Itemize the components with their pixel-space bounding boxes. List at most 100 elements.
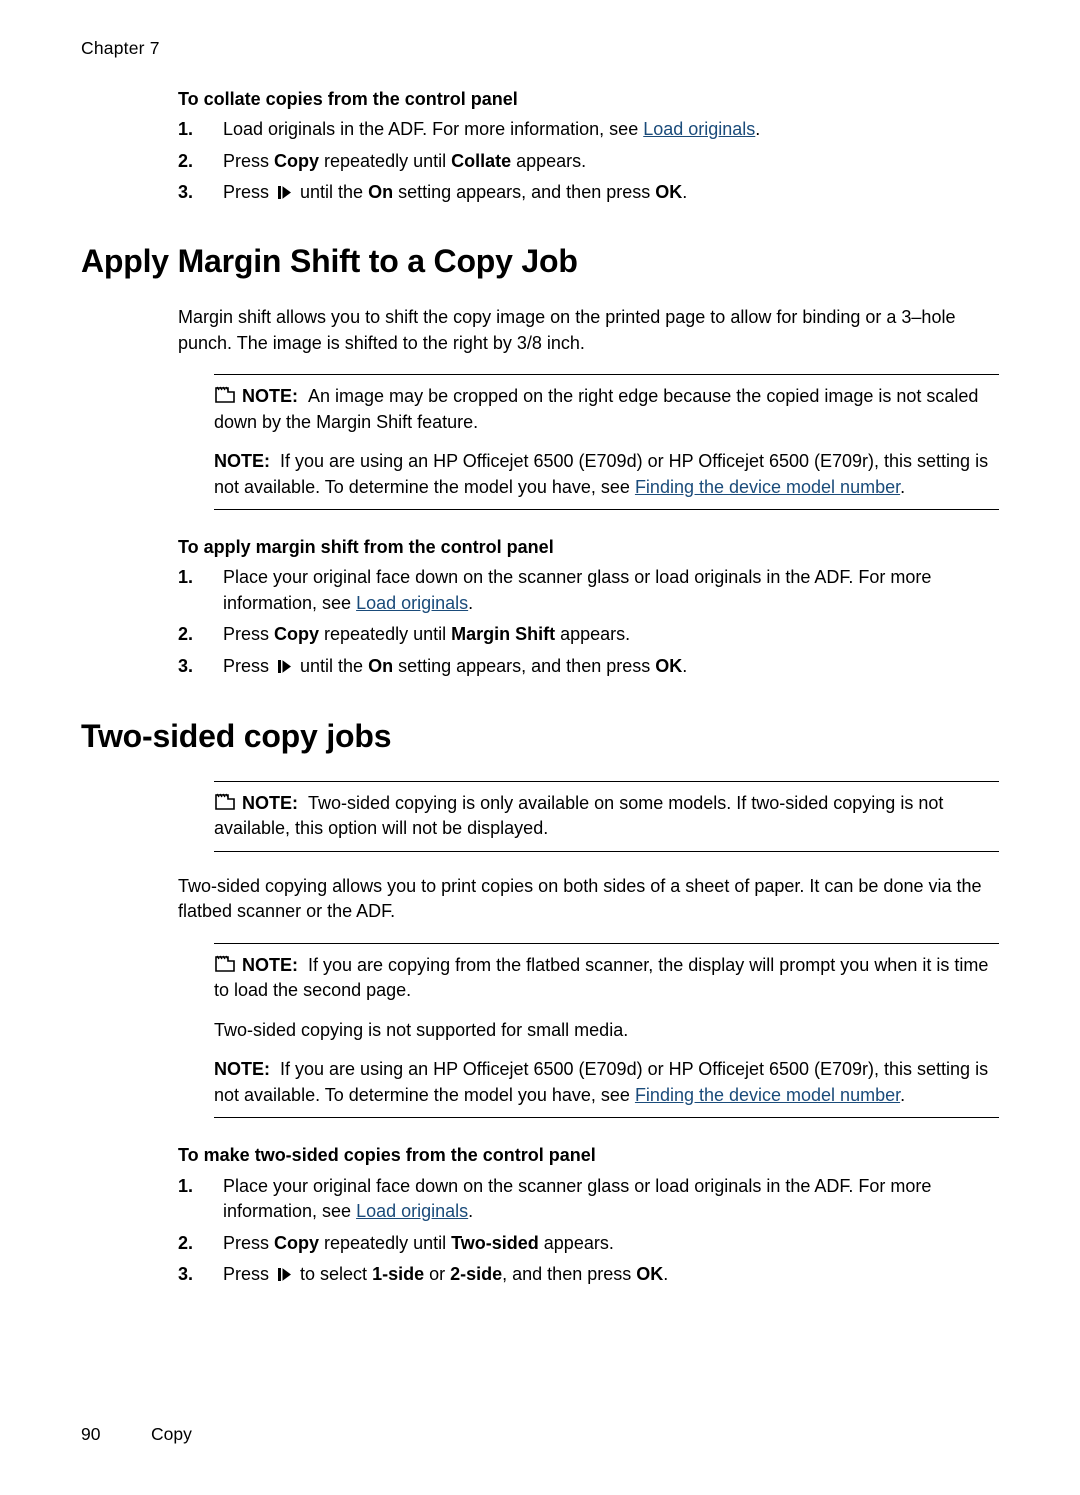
bold-on: On	[368, 655, 394, 676]
bold-two-sided: Two-sided	[451, 1232, 539, 1253]
step-text: Press	[223, 1264, 275, 1285]
bold-ok: OK	[655, 182, 683, 203]
step-number: 2.	[178, 624, 194, 645]
right-arrow-button-icon	[277, 659, 292, 674]
note-pencil-icon	[214, 954, 236, 974]
step-text: until the	[295, 655, 369, 676]
note-text-tail: .	[900, 476, 906, 497]
right-arrow-button-icon	[277, 185, 292, 200]
step-text: appears.	[511, 150, 587, 171]
footer-page-number: 90	[81, 1424, 101, 1444]
page-title-two-sided: Two-sided copy jobs	[81, 718, 392, 755]
note-label: NOTE:	[242, 954, 298, 975]
note-row: NOTE: If you are using an HP Officejet 6…	[214, 1057, 999, 1108]
paragraph-two-sided-intro: Two-sided copying allows you to print co…	[178, 875, 982, 922]
step-text: repeatedly until	[319, 150, 452, 171]
note-box-two-sided-flatbed: NOTE: If you are copying from the flatbe…	[214, 942, 999, 1119]
link-load-originals[interactable]: Load originals	[643, 119, 755, 139]
note-text-tail: .	[900, 1084, 906, 1105]
footer-section-label: Copy	[151, 1424, 192, 1444]
note-row: NOTE: If you are copying from the flatbe…	[214, 953, 999, 1004]
note-box-margin-shift: NOTE: An image may be cropped on the rig…	[214, 374, 999, 511]
bold-ok: OK	[655, 655, 683, 676]
note-row: NOTE: If you are using an HP Officejet 6…	[214, 449, 999, 500]
step-text: Press	[223, 1232, 275, 1253]
list-item: 3. Press to select 1-side or 2-side, and …	[178, 1262, 999, 1288]
step-text: appears.	[555, 624, 631, 645]
bold-1-side: 1-side	[372, 1264, 425, 1285]
step-text: repeatedly until	[319, 1232, 452, 1253]
step-number: 1.	[178, 1175, 194, 1196]
list-item: 1. Place your original face down on the s…	[178, 565, 999, 616]
bold-on: On	[368, 182, 394, 203]
list-item: 2. Press Copy repeatedly until Collate ap…	[178, 149, 999, 175]
document-page: Chapter 7 To collate copies from the con…	[0, 0, 1080, 1495]
heading-margin-shift-procedure: To apply margin shift from the control p…	[178, 537, 554, 558]
right-arrow-button-icon	[277, 1267, 292, 1282]
step-text: Press	[223, 624, 275, 645]
step-text: Press	[223, 655, 275, 676]
step-number: 1.	[178, 119, 194, 140]
step-text: setting appears, and then press	[393, 182, 656, 203]
steps-margin-shift: 1. Place your original face down on the s…	[178, 565, 999, 679]
note-label: NOTE:	[242, 386, 298, 407]
paragraph-margin-shift-intro: Margin shift allows you to shift the cop…	[178, 307, 956, 353]
list-item: 2. Press Copy repeatedly until Margin Shi…	[178, 622, 999, 648]
bold-collate: Collate	[451, 150, 512, 171]
note-pencil-icon	[214, 792, 236, 812]
step-number: 3.	[178, 1264, 194, 1285]
step-text: .	[682, 655, 688, 676]
step-text: appears.	[538, 1232, 614, 1253]
list-item: 3. Press until the On setting appears, an…	[178, 654, 999, 680]
note-box-two-sided-availability: NOTE: Two-sided copying is only availabl…	[214, 780, 999, 852]
bold-copy: Copy	[274, 624, 320, 645]
step-text: until the	[295, 182, 369, 203]
link-load-originals[interactable]: Load originals	[356, 1201, 468, 1221]
step-text: .	[682, 182, 688, 203]
note-text: Two-sided copying is only available on s…	[214, 792, 944, 839]
step-number: 1.	[178, 567, 194, 588]
page-footer: 90 Copy	[81, 1424, 192, 1445]
note-label: NOTE:	[242, 792, 298, 813]
step-text: Load originals in the ADF. For more info…	[223, 119, 644, 140]
link-finding-device-model-number[interactable]: Finding the device model number	[635, 1085, 900, 1105]
link-finding-device-model-number[interactable]: Finding the device model number	[635, 477, 900, 497]
bold-ok: OK	[636, 1264, 664, 1285]
link-load-originals[interactable]: Load originals	[356, 593, 468, 613]
step-number: 3.	[178, 655, 194, 676]
page-content: To collate copies from the control panel…	[81, 88, 999, 1288]
page-title-margin-shift: Apply Margin Shift to a Copy Job	[81, 242, 578, 279]
step-number: 2.	[178, 150, 194, 171]
note-label: NOTE:	[214, 451, 270, 472]
step-text: , and then press	[502, 1264, 637, 1285]
step-text-tail: .	[755, 119, 761, 140]
step-number: 2.	[178, 1232, 194, 1253]
note-text: An image may be cropped on the right edg…	[214, 386, 979, 432]
list-item: 3. Press until the On setting appears, an…	[178, 180, 999, 206]
note-row: NOTE: An image may be cropped on the rig…	[214, 384, 999, 435]
bold-2-side: 2-side	[450, 1264, 503, 1285]
note-text: If you are copying from the flatbed scan…	[214, 954, 989, 1001]
bold-copy: Copy	[274, 1232, 320, 1253]
list-item: 1. Load originals in the ADF. For more in…	[178, 117, 999, 143]
steps-collate: 1. Load originals in the ADF. For more in…	[178, 117, 999, 206]
list-item: 2. Press Copy repeatedly until Two-sided …	[178, 1231, 999, 1257]
step-text: .	[663, 1264, 669, 1285]
list-item: 1. Place your original face down on the s…	[178, 1174, 999, 1225]
note-row: Two-sided copying is not supported for s…	[214, 1018, 999, 1044]
step-text: repeatedly until	[319, 624, 452, 645]
note-pencil-icon	[214, 385, 236, 405]
step-text: to select	[295, 1264, 373, 1285]
note-label: NOTE:	[214, 1059, 270, 1080]
step-text-tail: .	[468, 592, 474, 613]
note-extra-text: Two-sided copying is not supported for s…	[214, 1019, 629, 1040]
step-number: 3.	[178, 182, 194, 203]
heading-two-sided-procedure: To make two-sided copies from the contro…	[178, 1145, 596, 1166]
step-text-tail: .	[468, 1201, 474, 1222]
step-text: Press	[223, 150, 275, 171]
step-text: or	[424, 1264, 451, 1285]
chapter-label: Chapter 7	[81, 38, 160, 58]
step-text: Place your original face down on the sca…	[223, 1175, 932, 1222]
bold-margin-shift: Margin Shift	[451, 624, 556, 645]
step-text: Press	[223, 182, 275, 203]
